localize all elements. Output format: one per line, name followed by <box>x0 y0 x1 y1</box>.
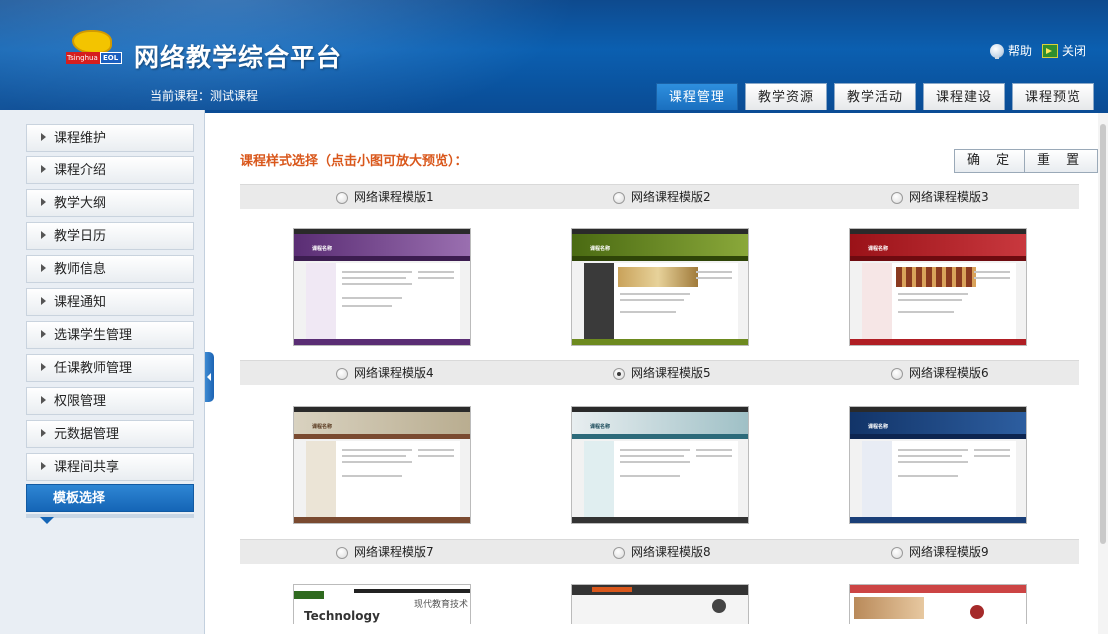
tab-teaching-activities[interactable]: 教学活动 <box>833 83 916 110</box>
template-option-2[interactable]: 网络课程模版2 <box>613 185 711 210</box>
template-thumbnail-9[interactable] <box>849 584 1027 624</box>
reset-button[interactable]: 重 置 <box>1024 149 1099 173</box>
template-option-1[interactable]: 网络课程模版1 <box>336 185 434 210</box>
tab-course-management[interactable]: 课程管理 <box>655 83 738 110</box>
sidebar-collapse-handle[interactable] <box>205 352 214 402</box>
close-label: 关闭 <box>1061 44 1086 58</box>
sidebar-item-student-management[interactable]: 选课学生管理 <box>26 321 194 349</box>
radio-button[interactable] <box>891 546 903 559</box>
sidebar-item-permissions[interactable]: 权限管理 <box>26 387 194 415</box>
help-link[interactable]: 帮助 <box>989 42 1032 59</box>
triangle-right-icon <box>41 133 46 141</box>
triangle-right-icon <box>41 165 46 173</box>
radio-button[interactable] <box>336 546 348 559</box>
sidebar-item-course-notices[interactable]: 课程通知 <box>26 288 194 316</box>
current-course-label: 当前课程： <box>150 89 211 103</box>
tab-teaching-resources[interactable]: 教学资源 <box>744 83 827 110</box>
template-option-4[interactable]: 网络课程模版4 <box>336 361 434 386</box>
current-course: 当前课程：测试课程 <box>150 87 258 104</box>
site-title: 网络教学综合平台 <box>134 43 343 72</box>
tab-course-preview[interactable]: 课程预览 <box>1011 83 1094 110</box>
triangle-right-icon <box>41 396 46 404</box>
template-thumbnail-2[interactable]: 课程名称 <box>571 228 749 346</box>
exit-icon <box>1041 43 1058 58</box>
section-title: 课程样式选择（点击小图可放大预览）： <box>240 154 468 169</box>
triangle-right-icon <box>41 330 46 338</box>
sidebar-item-teacher-management[interactable]: 任课教师管理 <box>26 354 194 382</box>
triangle-right-icon <box>41 231 46 239</box>
help-icon <box>989 43 1004 59</box>
radio-button[interactable] <box>613 191 625 204</box>
radio-button[interactable] <box>336 191 348 204</box>
header-banner: Tsinghua EOL 网络教学综合平台 当前课程：测试课程 帮助 关闭 课程… <box>0 0 1108 110</box>
current-course-value: 测试课程 <box>210 89 259 103</box>
sidebar-item-course-maintenance[interactable]: 课程维护 <box>26 124 194 152</box>
triangle-right-icon <box>41 462 46 470</box>
triangle-right-icon <box>41 264 46 272</box>
template-thumbnail-4[interactable]: 课程名称 <box>293 406 471 524</box>
radio-button-checked[interactable] <box>613 367 625 380</box>
template-option-5[interactable]: 网络课程模版5 <box>613 361 711 386</box>
active-item-arrow-icon <box>40 517 54 524</box>
confirm-button[interactable]: 确 定 <box>954 149 1029 173</box>
sidebar-item-metadata[interactable]: 元数据管理 <box>26 420 194 448</box>
template-option-7[interactable]: 网络课程模版7 <box>336 540 434 565</box>
triangle-right-icon <box>41 198 46 206</box>
triangle-right-icon <box>41 297 46 305</box>
template-row-header: 网络课程模版1 网络课程模版2 网络课程模版3 <box>240 184 1079 209</box>
sidebar-item-teacher-info[interactable]: 教师信息 <box>26 255 194 283</box>
template-option-6[interactable]: 网络课程模版6 <box>891 361 989 386</box>
main-tabs: 课程管理 教学资源 教学活动 课程建设 课程预览 <box>655 83 1094 110</box>
tab-course-construction[interactable]: 课程建设 <box>922 83 1005 110</box>
template-thumbnail-7[interactable]: 现代教育技术 Technology <box>293 584 471 624</box>
template-row-header: 网络课程模版4 网络课程模版5 网络课程模版6 <box>240 360 1079 385</box>
sidebar-item-syllabus[interactable]: 教学大纲 <box>26 189 194 217</box>
triangle-right-icon <box>41 363 46 371</box>
template-option-3[interactable]: 网络课程模版3 <box>891 185 989 210</box>
template-thumbnail-5[interactable]: 课程名称 <box>571 406 749 524</box>
template-thumbnail-6[interactable]: 课程名称 <box>849 406 1027 524</box>
template-row-header: 网络课程模版7 网络课程模版8 网络课程模版9 <box>240 539 1079 564</box>
radio-button[interactable] <box>336 367 348 380</box>
tsinghua-logo-icon: Tsinghua EOL <box>66 30 122 70</box>
sidebar-item-course-sharing[interactable]: 课程间共享 <box>26 453 194 481</box>
radio-button[interactable] <box>891 191 903 204</box>
main-content: 课程样式选择（点击小图可放大预览）： 确 定 重 置 网络课程模版1 网络课程模… <box>216 113 1108 634</box>
scrollbar-thumb[interactable] <box>1100 124 1106 544</box>
sidebar-item-course-intro[interactable]: 课程介绍 <box>26 156 194 184</box>
close-link[interactable]: 关闭 <box>1041 42 1086 59</box>
triangle-right-icon <box>41 429 46 437</box>
radio-button[interactable] <box>613 546 625 559</box>
template-option-8[interactable]: 网络课程模版8 <box>613 540 711 565</box>
top-links: 帮助 关闭 <box>989 42 1086 59</box>
sidebar-item-teaching-calendar[interactable]: 教学日历 <box>26 222 194 250</box>
template-thumbnail-3[interactable]: 课程名称 <box>849 228 1027 346</box>
template-option-9[interactable]: 网络课程模版9 <box>891 540 989 565</box>
template-thumbnail-8[interactable] <box>571 584 749 624</box>
template-thumbnail-1[interactable]: 课程名称 <box>293 228 471 346</box>
radio-button[interactable] <box>891 367 903 380</box>
help-label: 帮助 <box>1007 44 1032 58</box>
sidebar-item-template-select[interactable]: 模板选择 <box>26 484 194 512</box>
